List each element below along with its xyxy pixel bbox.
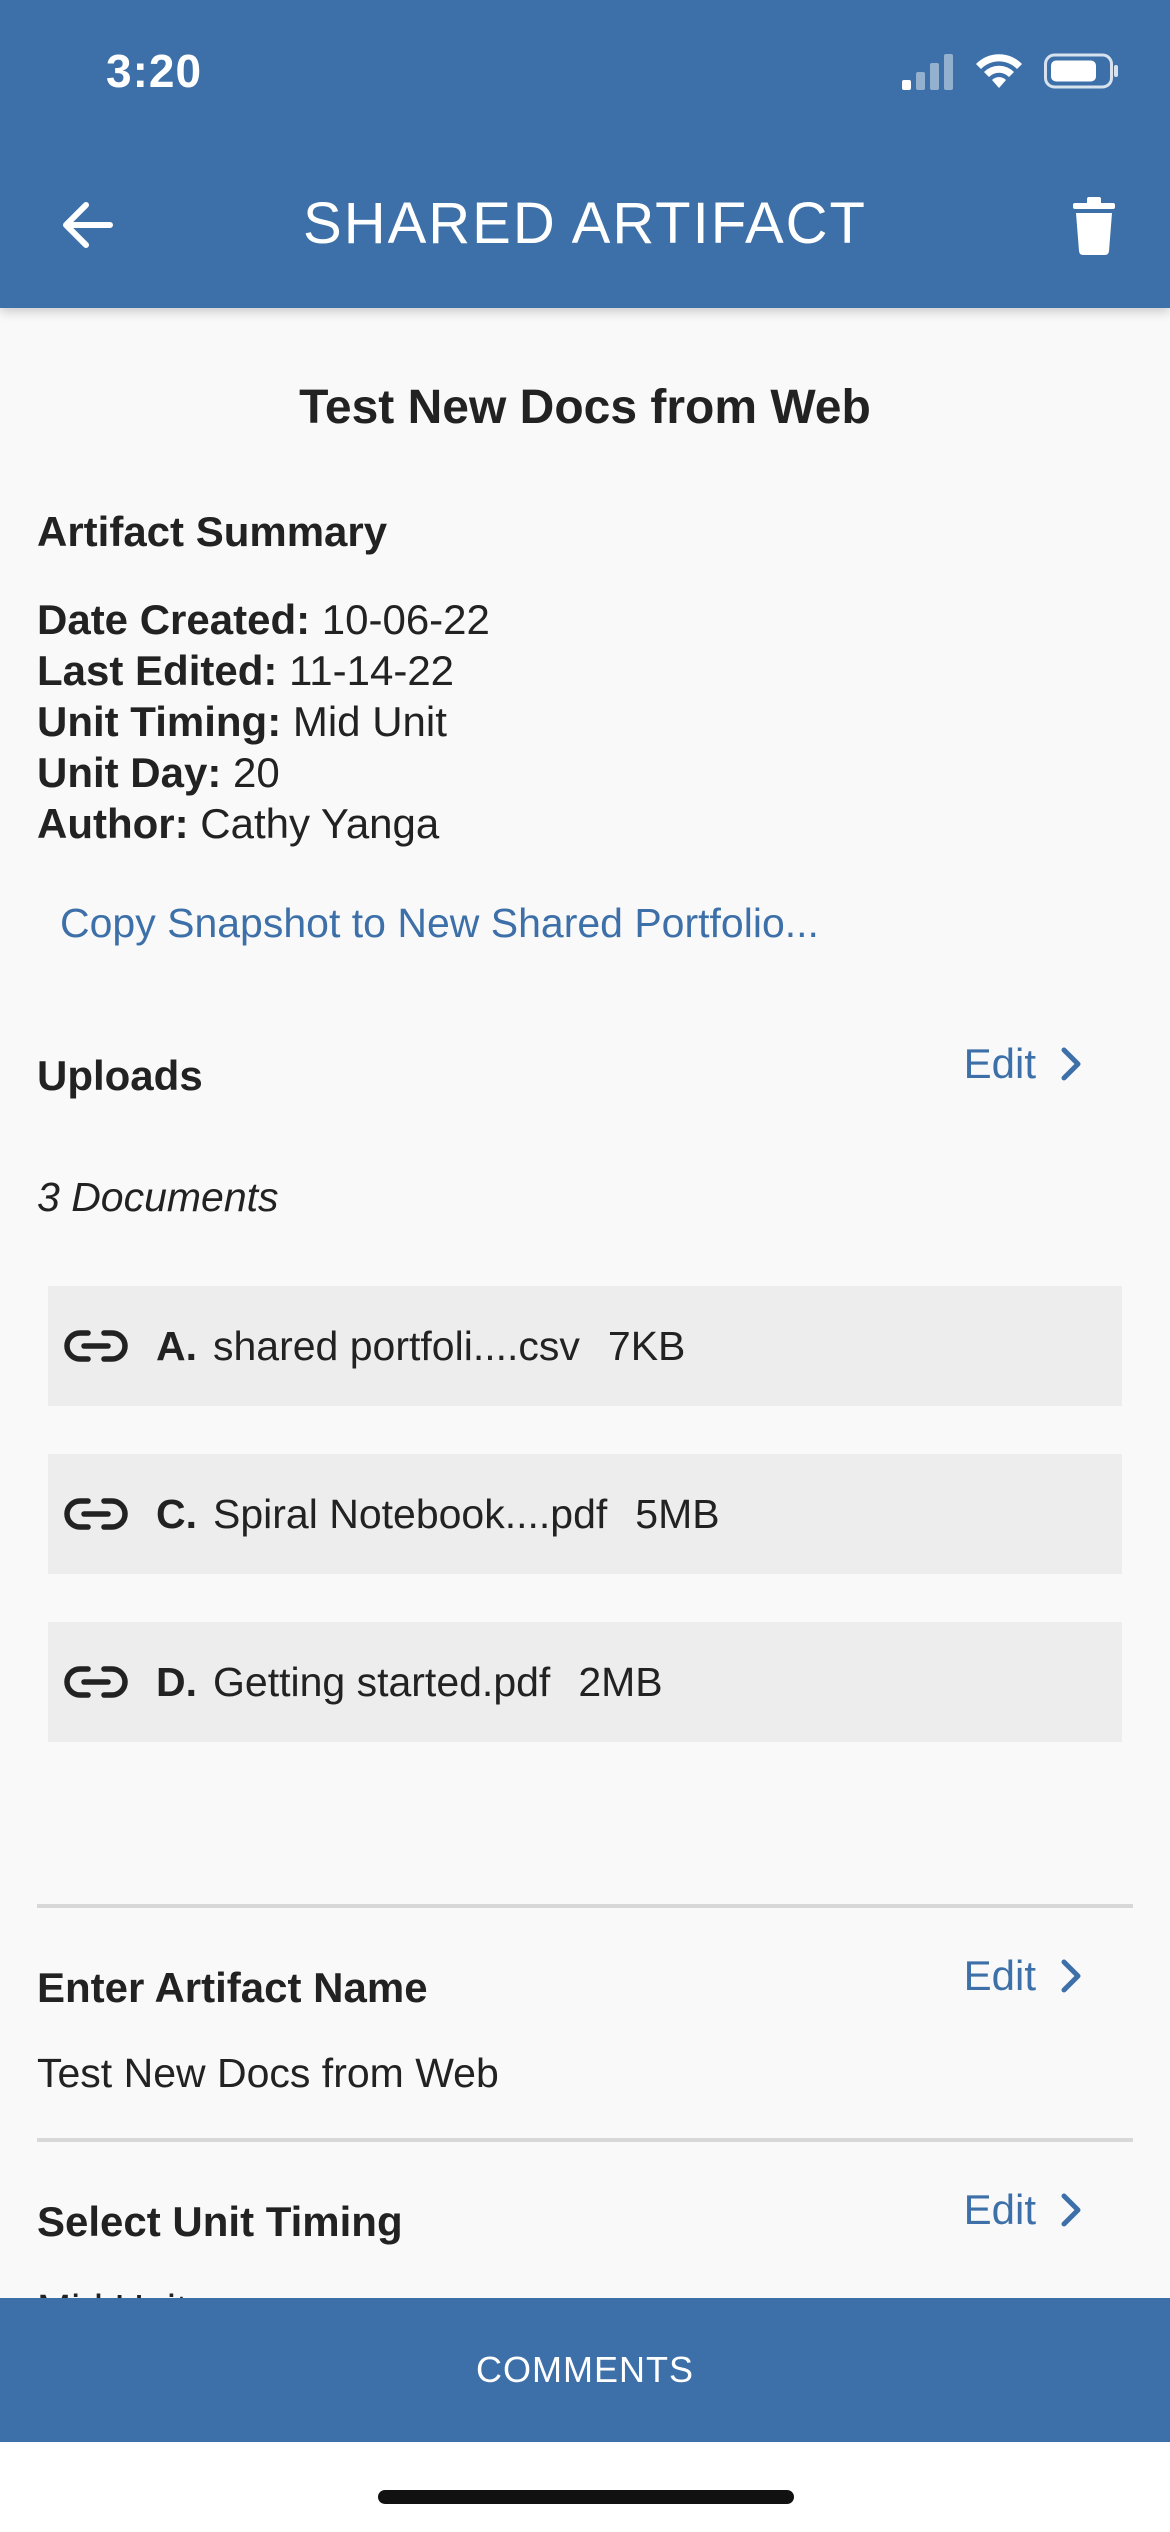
artifact-title: Test New Docs from Web bbox=[299, 381, 871, 434]
wifi-icon bbox=[974, 52, 1024, 95]
app-header: 3:20 SHARED ARTIFACT bbox=[0, 0, 1170, 308]
link-icon bbox=[64, 1326, 128, 1366]
document-row[interactable]: D. Getting started.pdf 2MB bbox=[48, 1622, 1122, 1742]
chevron-right-icon bbox=[1061, 1959, 1081, 1993]
meta-last-edited: Last Edited: 11-14-22 bbox=[37, 647, 455, 694]
divider bbox=[37, 1904, 1133, 1908]
meta-date-created: Date Created: 10-06-22 bbox=[37, 596, 490, 643]
divider bbox=[37, 2138, 1133, 2142]
document-name: shared portfoli....csv bbox=[213, 1322, 580, 1369]
artifact-name-value: Test New Docs from Web bbox=[37, 2050, 499, 2096]
document-name: Getting started.pdf bbox=[213, 1658, 551, 1705]
meta-unit-day: Unit Day: 20 bbox=[37, 749, 280, 796]
trash-icon bbox=[1073, 197, 1115, 255]
artifact-detail: Test New Docs from Web Artifact Summary … bbox=[0, 308, 1170, 2298]
document-size: 7KB bbox=[607, 1322, 686, 1369]
document-count: 3 Documents bbox=[37, 1174, 279, 1220]
cellular-signal-icon bbox=[902, 52, 954, 95]
unit-timing-value: Mid Unit bbox=[37, 2286, 187, 2298]
home-area bbox=[0, 2442, 1170, 2532]
document-letter: A. bbox=[156, 1322, 197, 1369]
document-size: 2MB bbox=[578, 1658, 663, 1705]
page-title: SHARED ARTIFACT bbox=[303, 191, 867, 256]
status-icons bbox=[902, 50, 1120, 96]
document-name: Spiral Notebook....pdf bbox=[213, 1490, 608, 1537]
comments-button[interactable]: COMMENTS bbox=[0, 2298, 1170, 2442]
document-row[interactable]: A. shared portfoli....csv 7KB bbox=[48, 1286, 1122, 1406]
artifact-name-heading: Enter Artifact Name bbox=[37, 1964, 428, 2011]
copy-snapshot-link[interactable]: Copy Snapshot to New Shared Portfolio... bbox=[60, 900, 819, 947]
chevron-right-icon bbox=[1061, 1047, 1081, 1081]
chevron-right-icon bbox=[1061, 2193, 1081, 2227]
link-icon bbox=[64, 1662, 128, 1702]
meta-unit-timing: Unit Timing: Mid Unit bbox=[37, 698, 447, 745]
artifact-meta: Date Created: 10-06-22 Last Edited: 11-1… bbox=[37, 594, 490, 849]
summary-heading: Artifact Summary bbox=[37, 508, 388, 555]
link-icon bbox=[64, 1494, 128, 1534]
uploads-heading: Uploads bbox=[37, 1052, 203, 1099]
document-row[interactable]: C. Spiral Notebook....pdf 5MB bbox=[48, 1454, 1122, 1574]
status-time: 3:20 bbox=[106, 45, 203, 97]
delete-button[interactable] bbox=[1058, 188, 1130, 264]
document-letter: C. bbox=[156, 1490, 197, 1537]
unit-timing-heading: Select Unit Timing bbox=[37, 2198, 403, 2245]
artifact-name-edit-link[interactable]: Edit bbox=[964, 1952, 1082, 2000]
battery-icon bbox=[1044, 52, 1120, 95]
unit-timing-edit-link[interactable]: Edit bbox=[964, 2186, 1082, 2234]
document-letter: D. bbox=[156, 1658, 197, 1705]
document-size: 5MB bbox=[635, 1490, 720, 1537]
home-indicator[interactable] bbox=[378, 2490, 794, 2504]
meta-author: Author: Cathy Yanga bbox=[37, 800, 440, 847]
uploads-edit-link[interactable]: Edit bbox=[964, 1040, 1082, 1088]
